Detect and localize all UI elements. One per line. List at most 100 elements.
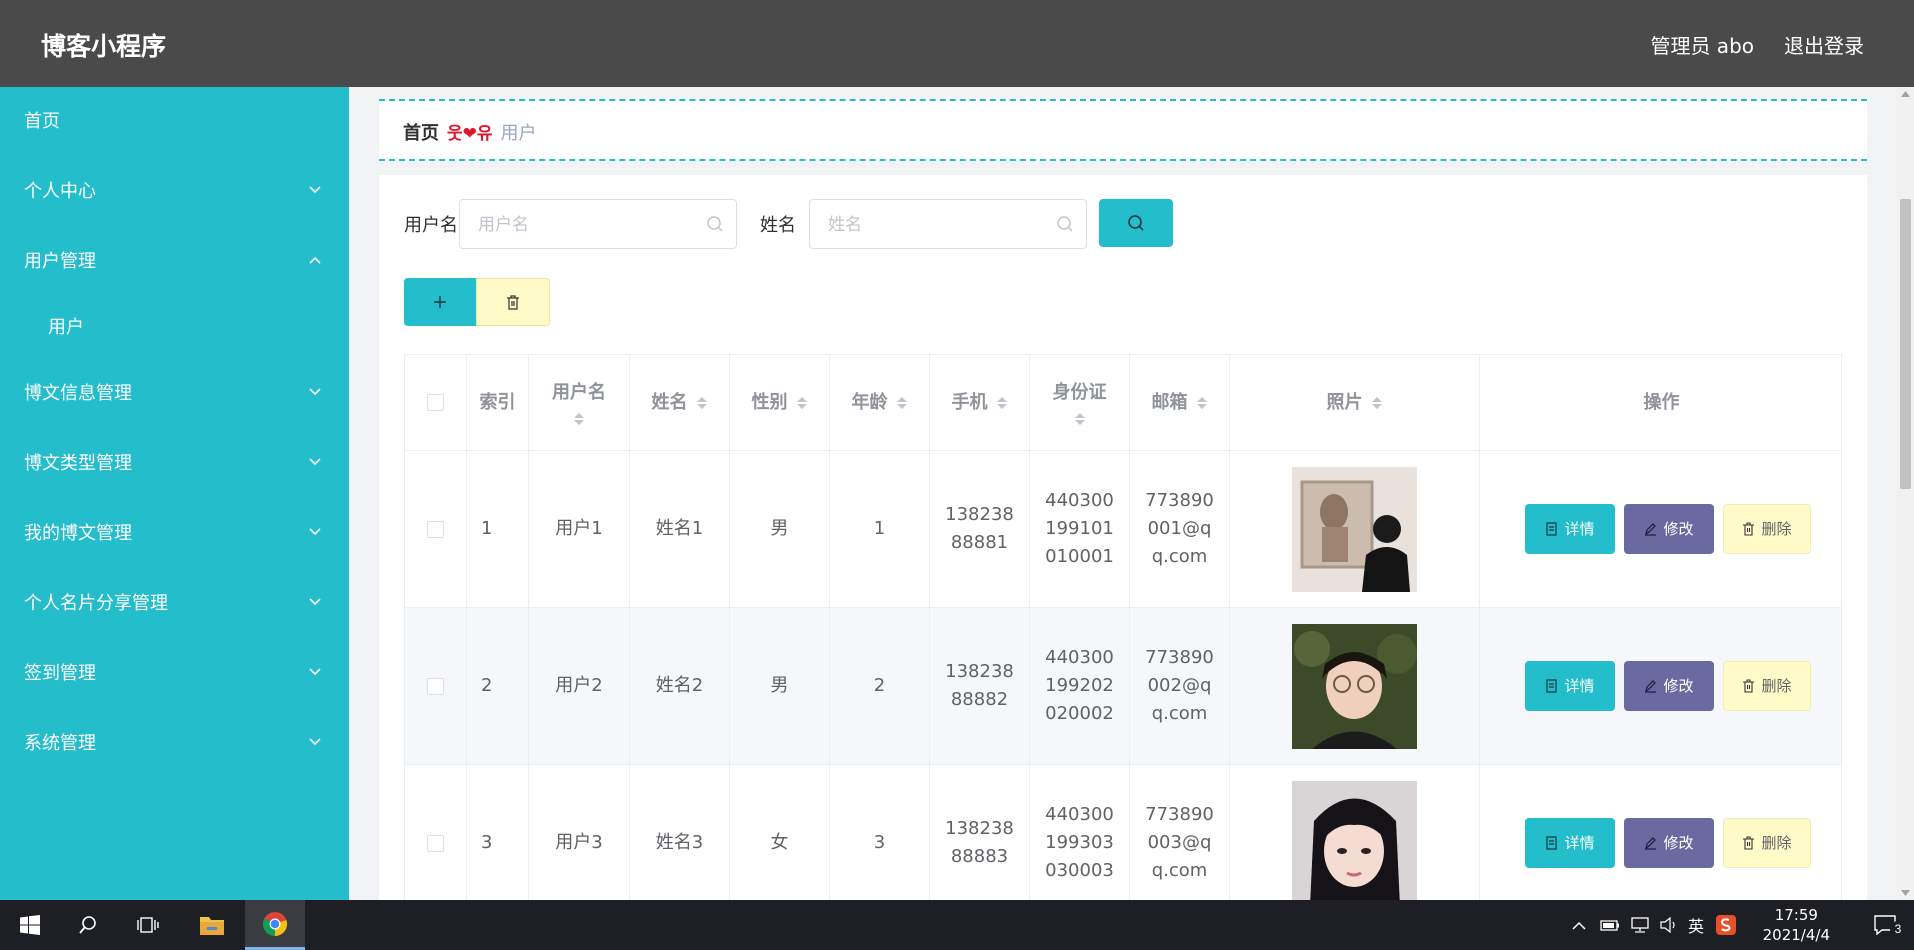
document-icon <box>1546 522 1558 536</box>
cell-idcard: 440300199303030003 <box>1030 765 1130 900</box>
file-explorer-button[interactable] <box>182 900 242 950</box>
trash-icon <box>1743 836 1755 850</box>
user-photo[interactable] <box>1292 623 1417 749</box>
column-header-gender[interactable]: 性别 <box>730 355 830 450</box>
sidebar-item-label: 个人名片分享管理 <box>24 593 168 614</box>
header-label: 照片 <box>1326 391 1363 413</box>
name-search-field[interactable] <box>809 199 1087 249</box>
pencil-icon <box>1645 680 1657 693</box>
row-checkbox[interactable] <box>427 834 444 852</box>
delete-button[interactable]: 删除 <box>1723 504 1811 554</box>
cell-actions: 详情 修改 删除 <box>1480 451 1843 607</box>
cell-idcard: 440300199101010001 <box>1030 451 1130 607</box>
plus-icon <box>434 296 446 308</box>
header-label: 性别 <box>751 391 788 413</box>
sidebar-item-user-management[interactable]: 用户管理 <box>0 227 349 297</box>
volume-icon[interactable] <box>1660 917 1678 933</box>
cell-gender: 女 <box>730 765 830 900</box>
cell-photo <box>1230 451 1480 607</box>
column-header-name[interactable]: 姓名 <box>630 355 730 450</box>
taskbar-search-button[interactable] <box>58 900 118 950</box>
chevron-down-icon <box>309 157 323 227</box>
detail-button[interactable]: 详情 <box>1525 504 1615 554</box>
cell-actions: 详情 修改 删除 <box>1480 608 1843 764</box>
search-button[interactable] <box>1099 199 1173 247</box>
username-search-input[interactable] <box>478 212 698 238</box>
sidebar-item-my-posts[interactable]: 我的博文管理 <box>0 499 349 569</box>
ime-indicator[interactable]: 英 <box>1688 913 1704 937</box>
search-icon <box>1056 215 1074 238</box>
delete-button[interactable]: 删除 <box>1723 661 1811 711</box>
battery-icon[interactable] <box>1600 918 1620 932</box>
system-clock[interactable]: 17:59 2021/4/4 <box>1763 905 1830 945</box>
edit-button[interactable]: 修改 <box>1624 661 1714 711</box>
search-icon <box>79 916 96 934</box>
start-button[interactable] <box>0 900 60 950</box>
edit-button[interactable]: 修改 <box>1624 818 1714 868</box>
header-label: 身份证 <box>1052 381 1107 403</box>
table-row: 3 用户3 姓名3 女 3 13823888883 44030019930303… <box>405 765 1841 900</box>
cell-phone: 13823888881 <box>930 451 1030 607</box>
column-header-email[interactable]: 邮箱 <box>1130 355 1230 450</box>
column-header-photo[interactable]: 照片 <box>1230 355 1480 450</box>
username-search-label: 用户名 <box>404 215 458 236</box>
cell-name: 姓名2 <box>630 608 730 764</box>
username-search-field[interactable] <box>459 199 737 249</box>
header-label: 手机 <box>951 391 988 413</box>
cell-photo <box>1230 608 1480 764</box>
pencil-icon <box>1645 837 1657 850</box>
chrome-taskbar-button[interactable] <box>245 900 305 950</box>
detail-button[interactable]: 详情 <box>1525 818 1615 868</box>
scrollbar-thumb[interactable] <box>1900 199 1911 489</box>
user-photo[interactable] <box>1292 466 1417 592</box>
sidebar-item-card-share[interactable]: 个人名片分享管理 <box>0 569 349 639</box>
chevron-up-icon[interactable] <box>1572 921 1586 930</box>
taskbar: 英 17:59 2021/4/4 3 <box>0 900 1914 950</box>
delete-button[interactable]: 删除 <box>1723 818 1811 868</box>
sort-icon <box>896 396 907 409</box>
edit-button[interactable]: 修改 <box>1624 504 1714 554</box>
cell-email: 773890003@qq.com <box>1130 765 1230 900</box>
sidebar-item-post-info[interactable]: 博文信息管理 <box>0 359 349 429</box>
trash-icon <box>1743 522 1755 536</box>
header-label: 用户名 <box>552 381 606 403</box>
trash-icon <box>1743 679 1755 693</box>
column-header-age[interactable]: 年龄 <box>830 355 930 450</box>
select-all-checkbox[interactable] <box>427 394 444 411</box>
name-search-input[interactable] <box>828 212 1048 238</box>
cell-photo <box>1230 765 1480 900</box>
table-row: 1 用户1 姓名1 男 1 13823888881 44030019910101… <box>405 451 1841 608</box>
task-view-button[interactable] <box>118 900 178 950</box>
sidebar-item-personal-center[interactable]: 个人中心 <box>0 157 349 227</box>
column-header-username[interactable]: 用户名 <box>529 355 630 450</box>
page-scrollbar[interactable] <box>1897 87 1914 900</box>
row-checkbox[interactable] <box>427 520 444 538</box>
sidebar-item-post-type[interactable]: 博文类型管理 <box>0 429 349 499</box>
user-photo[interactable] <box>1292 780 1417 901</box>
chevron-down-icon <box>309 359 323 429</box>
add-button[interactable] <box>404 278 476 326</box>
sidebar-item-label: 用户 <box>48 317 84 338</box>
sogou-ime-icon[interactable] <box>1716 915 1737 935</box>
breadcrumb-home[interactable]: 首页 <box>403 123 439 144</box>
scroll-up-icon[interactable] <box>1901 91 1910 97</box>
row-checkbox[interactable] <box>427 677 444 695</box>
detail-label: 详情 <box>1564 520 1595 538</box>
sidebar-item-system[interactable]: 系统管理 <box>0 709 349 779</box>
batch-delete-button[interactable] <box>476 278 550 326</box>
column-header-phone[interactable]: 手机 <box>930 355 1030 450</box>
table-header: 索引 用户名 姓名 性别 年龄 手机 身份证 邮箱 照片 操作 <box>405 355 1841 451</box>
detail-button[interactable]: 详情 <box>1525 661 1615 711</box>
logout-link[interactable]: 退出登录 <box>1784 30 1864 59</box>
column-header-idcard[interactable]: 身份证 <box>1030 355 1130 450</box>
sidebar-item-label: 我的博文管理 <box>24 523 132 544</box>
cell-index: 3 <box>467 765 529 900</box>
chevron-down-icon <box>309 709 323 779</box>
sidebar-item-checkin[interactable]: 签到管理 <box>0 639 349 709</box>
scroll-down-icon[interactable] <box>1901 890 1910 896</box>
sidebar-item-users[interactable]: 用户 <box>0 297 349 359</box>
sidebar-item-home[interactable]: 首页 <box>0 87 349 157</box>
notification-center-button[interactable]: 3 <box>1856 900 1914 950</box>
network-icon[interactable] <box>1630 917 1650 933</box>
system-tray: 英 <box>1572 900 1737 950</box>
